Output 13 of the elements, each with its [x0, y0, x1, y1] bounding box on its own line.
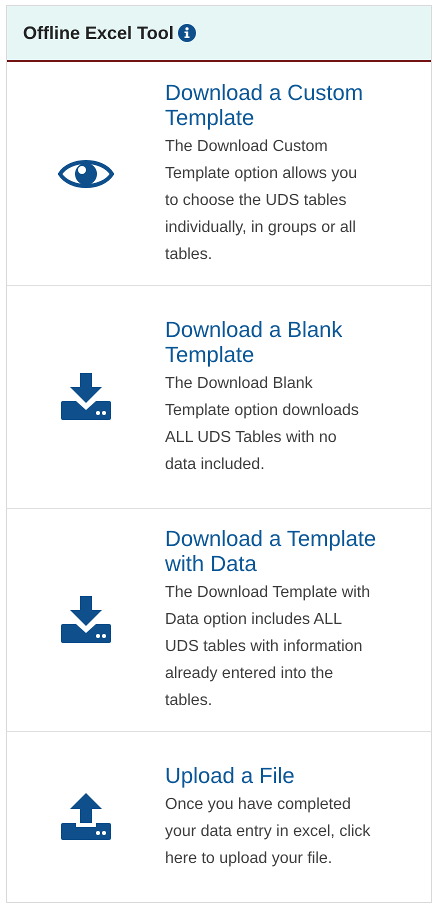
option-link[interactable]: Upload a File: [165, 762, 379, 788]
option-link[interactable]: Download a Template with Data: [165, 526, 379, 576]
info-icon: [178, 24, 196, 42]
download-icon: [60, 373, 112, 421]
option-description: The Download Custom Template option allows you to choose the UDS tables individually, in groups or all tables.: [165, 136, 358, 264]
option-description: Once you have completed your data entry in excel, click here to upload your file.: [165, 794, 372, 868]
option-description: The Download Template with Data option includes ALL UDS tables with information already entered into the tables.: [165, 583, 372, 711]
option-description: The Download Blank Template option downloads ALL UDS Tables with no data included.: [165, 374, 360, 474]
panel-title: Offline Excel Tool: [23, 22, 174, 44]
option-link[interactable]: Download a Custom Template: [165, 80, 379, 130]
option-link[interactable]: Download a Blank Template: [165, 316, 379, 366]
upload-icon: [60, 793, 112, 841]
download-icon: [60, 596, 112, 644]
